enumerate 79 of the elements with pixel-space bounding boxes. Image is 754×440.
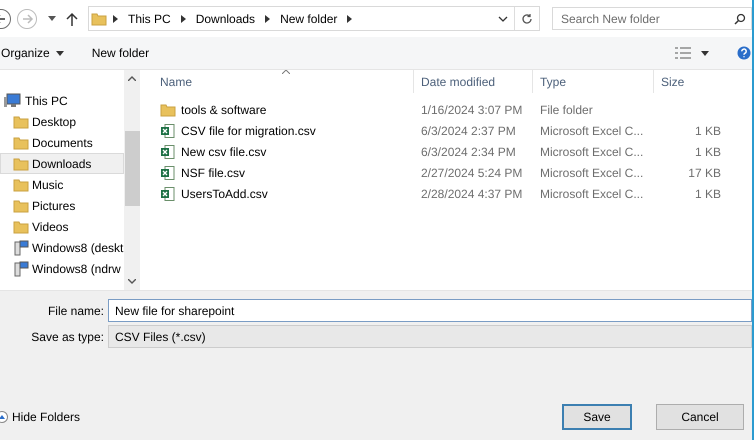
breadcrumb-arrow-icon[interactable]	[265, 14, 270, 22]
type-cell-text: File folder	[539, 102, 594, 116]
breadcrumb[interactable]: Downloads	[196, 12, 256, 26]
new-folder-button[interactable]: New folder	[88, 44, 154, 62]
spreadsheet-icon	[160, 144, 176, 160]
breadcrumb[interactable]: New folder	[280, 12, 338, 26]
column-header[interactable]: Date modified	[413, 70, 532, 93]
computer-icon	[4, 92, 22, 108]
spreadsheet-icon	[160, 122, 176, 138]
scroll-up-icon[interactable]	[128, 76, 136, 81]
scroll-down-icon[interactable]	[128, 279, 136, 284]
size-cell-text: 1 KB	[694, 124, 722, 138]
refresh-icon[interactable]	[521, 12, 533, 24]
breadcrumb-arrow-icon[interactable]	[113, 14, 118, 22]
folder-icon	[13, 218, 29, 234]
sidebar-item[interactable]: Desktop	[0, 111, 124, 132]
network-drive-icon	[13, 260, 29, 276]
scrollbar-thumb[interactable]	[124, 131, 140, 206]
type-cell-text: Microsoft Excel C...	[539, 186, 644, 200]
scrollbar[interactable]	[124, 70, 140, 290]
caret-icon	[56, 50, 64, 56]
type-cell-text: Microsoft Excel C...	[539, 166, 644, 180]
address-bar[interactable]: This PC Downloads New folder	[88, 6, 540, 31]
search-icon	[734, 12, 746, 24]
sidebar-item[interactable]: Music	[0, 174, 124, 195]
breadcrumb-arrow-icon[interactable]	[347, 14, 352, 22]
view-options-icon[interactable]	[675, 47, 691, 59]
folder-icon	[13, 114, 29, 130]
folder-icon	[91, 10, 107, 26]
network-drive-icon	[13, 240, 29, 256]
type-cell-text: Microsoft Excel C...	[539, 124, 644, 138]
sidebar-item[interactable]: Windows8 (deskt	[0, 237, 124, 258]
file-name[interactable]: tools & software	[181, 102, 266, 116]
folder-icon	[13, 156, 29, 172]
organize-menu[interactable]: Organize	[0, 44, 68, 62]
folder-icon	[160, 102, 176, 118]
date-cell-text: 2/27/2024 5:24 PM	[420, 166, 524, 180]
file-type-dropdown[interactable]: CSV Files (*.csv)	[108, 325, 752, 348]
sidebar-item[interactable]: Downloads	[0, 153, 124, 174]
hide-folders-button[interactable]: Hide Folders	[0, 410, 80, 424]
column-header[interactable]: Name	[160, 70, 413, 93]
search-field[interactable]: Search New folder	[552, 7, 752, 30]
date-cell-text: 6/3/2024 2:37 PM	[420, 124, 517, 138]
primary-button[interactable]: Save	[562, 404, 632, 430]
save-as-type-label: Save as type:	[30, 330, 104, 344]
folder-icon	[13, 134, 29, 150]
sidebar-item[interactable]: Pictures	[0, 195, 124, 216]
column-header[interactable]: Size	[653, 70, 733, 93]
size-cell-text: 1 KB	[694, 144, 722, 158]
sidebar-item[interactable]: Windows8 (ndrw	[0, 258, 124, 279]
help-icon[interactable]	[737, 46, 751, 60]
column-header[interactable]: Type	[532, 70, 653, 93]
file-name-label: File name:	[46, 304, 104, 318]
sidebar-item[interactable]: This PC	[0, 90, 124, 111]
breadcrumb[interactable]: This PC	[128, 12, 171, 26]
breadcrumb-arrow-icon[interactable]	[180, 14, 186, 22]
date-cell-text: 2/28/2024 4:37 PM	[420, 186, 524, 200]
date-cell-text: 6/3/2024 2:34 PM	[420, 144, 517, 158]
caret-icon[interactable]	[701, 50, 709, 56]
spreadsheet-icon	[160, 186, 176, 202]
spreadsheet-icon	[160, 164, 176, 180]
folder-icon	[13, 198, 29, 214]
sidebar-item[interactable]: Videos	[0, 216, 124, 237]
sidebar-item[interactable]: Documents	[0, 132, 124, 153]
caret-icon[interactable]	[48, 16, 56, 21]
chevron-down-icon[interactable]	[498, 16, 508, 22]
file-name[interactable]: UsersToAdd.csv	[181, 186, 268, 200]
date-cell-text: 1/16/2024 3:07 PM	[420, 102, 524, 116]
size-cell-text: 1 KB	[694, 186, 722, 200]
file-name[interactable]: CSV file for migration.csv	[181, 124, 316, 138]
file-name[interactable]: New csv file.csv	[181, 144, 266, 158]
size-cell-text: 17 KB	[687, 166, 722, 180]
up-arrow-icon[interactable]	[66, 12, 78, 26]
folder-icon	[13, 176, 29, 192]
secondary-button[interactable]: Cancel	[656, 404, 744, 430]
file-name-field[interactable]: New file for sharepoint	[108, 299, 752, 322]
file-name[interactable]: NSF file.csv	[181, 166, 246, 180]
type-cell-text: Microsoft Excel C...	[539, 144, 644, 158]
sort-up-icon	[282, 70, 290, 74]
